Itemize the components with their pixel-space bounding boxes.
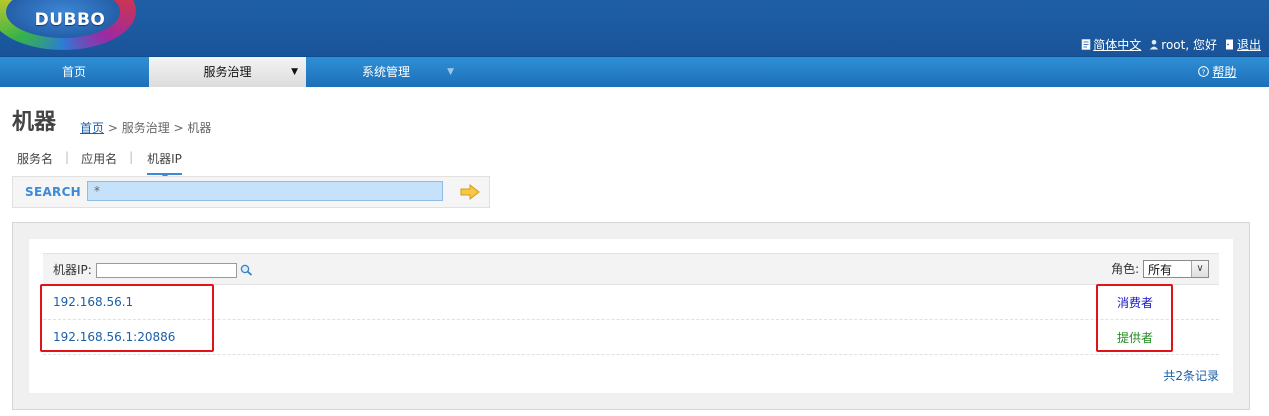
nav-system-management-label: 系统管理 bbox=[361, 65, 410, 79]
tab-service-name[interactable]: 服务名 bbox=[17, 150, 65, 175]
machine-table: 机器IP: 角色: 所有 ∨ 192.168.56.1 消费者 192.168.… bbox=[43, 253, 1219, 355]
ip-filter-cell: 机器IP: bbox=[43, 253, 810, 285]
tab-separator: | bbox=[65, 150, 70, 164]
nav-home[interactable]: 首页 bbox=[0, 57, 148, 87]
top-header: DUBBO 简体中文 root, 您好 退出 bbox=[0, 0, 1269, 56]
role-select-value: 所有 bbox=[1148, 262, 1173, 277]
language-label: 简体中文 bbox=[1093, 38, 1142, 52]
role-select[interactable]: 所有 ∨ bbox=[1143, 260, 1209, 279]
table-row: 192.168.56.1:20886 提供者 bbox=[43, 319, 1219, 355]
svg-text:?: ? bbox=[1201, 67, 1205, 76]
user-icon bbox=[1150, 39, 1159, 50]
search-label: SEARCH bbox=[25, 185, 82, 199]
breadcrumb-rest: > 服务治理 > 机器 bbox=[104, 121, 212, 135]
search-icon[interactable] bbox=[240, 264, 253, 276]
ip-filter-input[interactable] bbox=[95, 262, 237, 278]
document-icon bbox=[1081, 39, 1091, 50]
search-bar: SEARCH bbox=[12, 176, 490, 208]
tab-app-name[interactable]: 应用名 bbox=[81, 150, 129, 175]
help-label: 帮助 bbox=[1212, 65, 1237, 79]
nav-help[interactable]: ? 帮助 bbox=[1187, 57, 1247, 87]
caret-down-icon: ▼ bbox=[291, 67, 298, 77]
ip-filter-label: 机器IP: bbox=[53, 262, 92, 277]
user-greeting: root, 您好 bbox=[1149, 36, 1217, 53]
logout-icon bbox=[1225, 39, 1233, 50]
search-input[interactable] bbox=[87, 181, 443, 201]
nav-service-governance-label: 服务治理 bbox=[203, 65, 252, 79]
user-label: root, 您好 bbox=[1161, 38, 1217, 52]
role-filter-cell: 角色: 所有 ∨ bbox=[809, 253, 1219, 285]
help-icon: ? bbox=[1197, 66, 1209, 77]
main-nav: 首页 服务治理 ▼ 系统管理 ▼ ? 帮助 bbox=[0, 56, 1269, 87]
highlight-box-ip bbox=[40, 284, 214, 352]
header-links: 简体中文 root, 您好 退出 bbox=[1081, 36, 1261, 53]
table-row: 192.168.56.1 消费者 bbox=[43, 284, 1219, 320]
logout-link[interactable]: 退出 bbox=[1225, 36, 1261, 53]
search-tabs: 服务名 | 应用名 | 机器IP bbox=[17, 150, 182, 179]
logout-label: 退出 bbox=[1236, 38, 1261, 52]
breadcrumb: 首页 > 服务治理 > 机器 bbox=[80, 119, 211, 136]
logo-text: DUBBO bbox=[34, 10, 106, 30]
tab-machine-ip[interactable]: 机器IP bbox=[147, 150, 182, 179]
arrow-right-icon[interactable] bbox=[459, 183, 481, 201]
highlight-box-role bbox=[1096, 284, 1173, 352]
dubbo-logo: DUBBO bbox=[0, 0, 140, 56]
nav-system-management[interactable]: 系统管理 ▼ bbox=[306, 57, 466, 87]
record-count: 共2条记录 bbox=[1163, 369, 1219, 383]
tab-separator: | bbox=[129, 150, 134, 164]
page-title: 机器 bbox=[12, 110, 57, 135]
chevron-down-icon: ∨ bbox=[1191, 261, 1208, 278]
language-link[interactable]: 简体中文 bbox=[1081, 36, 1141, 53]
breadcrumb-home-link[interactable]: 首页 bbox=[80, 121, 104, 135]
role-filter-label: 角色: bbox=[1111, 261, 1140, 276]
caret-down-icon: ▼ bbox=[447, 67, 454, 77]
nav-service-governance[interactable]: 服务治理 ▼ bbox=[149, 57, 306, 87]
filter-row: 机器IP: 角色: 所有 ∨ bbox=[43, 253, 1219, 285]
